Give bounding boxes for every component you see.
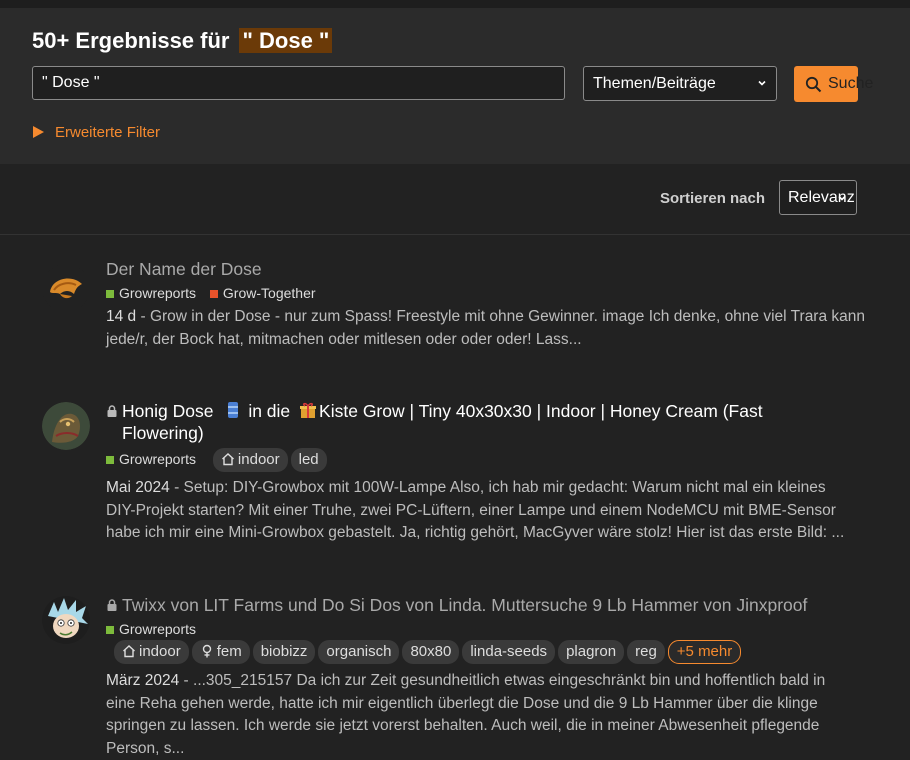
tag-label: biobizz xyxy=(260,643,308,660)
category-name: Growreports xyxy=(119,450,197,467)
category-badge[interactable]: Growreports xyxy=(106,621,196,637)
gift-emoji-icon xyxy=(300,402,317,418)
tag-label: linda-seeds xyxy=(470,643,548,660)
chevron-down-icon xyxy=(758,80,766,86)
tag-label: reg xyxy=(635,643,657,660)
tag-label: indoor xyxy=(139,643,181,660)
category-badge[interactable]: Growreports xyxy=(106,285,196,301)
result-date[interactable]: Mai 2024 xyxy=(106,479,170,496)
tag-linda-seeds[interactable]: linda-seeds xyxy=(462,640,556,664)
result-title-link[interactable]: Honig Dose in die Kiste Grow | Tiny 40x3… xyxy=(106,400,826,444)
result-categories: Growreports Grow-Together xyxy=(106,283,316,303)
tag-indoor[interactable]: indoor xyxy=(212,448,288,472)
tag-label: 80x80 xyxy=(410,643,452,660)
category-badge[interactable]: Grow-Together xyxy=(209,285,316,301)
rick-avatar-icon[interactable] xyxy=(42,596,90,644)
result-excerpt: Mai 2024 - Setup: DIY-Growbox mit 100W-L… xyxy=(106,479,845,541)
lock-icon xyxy=(107,405,117,417)
tag-label: plagron xyxy=(566,643,617,660)
tag-reg[interactable]: reg xyxy=(627,640,665,664)
title-text: Honig Dose xyxy=(122,401,214,421)
more-tags-button[interactable]: +5 mehr xyxy=(667,640,742,664)
category-name: Growreports xyxy=(119,285,197,301)
category-color-icon xyxy=(209,290,218,298)
result-excerpt-text: Person, s... xyxy=(106,739,185,757)
tag-biobizz[interactable]: biobizz xyxy=(252,640,316,664)
title-text: Kiste Grow | Tiny 40x30x30 | Indoor | Ho… xyxy=(319,401,763,421)
search-term-highlight: " Dose " xyxy=(239,28,333,53)
home-icon xyxy=(123,645,135,658)
tag-led[interactable]: led xyxy=(290,448,327,472)
results-count-text: 50+ Ergebnisse für xyxy=(32,28,230,53)
top-strip xyxy=(0,0,910,8)
sort-select[interactable]: Relevanz xyxy=(779,180,857,215)
tag-label: led xyxy=(298,451,319,468)
result-categories: Growreports indoor led xyxy=(106,448,330,472)
title-text: Twixx von LIT Farms und Do Si Dos von Li… xyxy=(122,595,808,615)
search-type-select[interactable]: Themen/Beiträge xyxy=(583,66,777,101)
search-type-value: Themen/Beiträge xyxy=(593,75,716,92)
search-button[interactable]: Suche xyxy=(794,66,873,102)
can-emoji-icon xyxy=(228,402,239,418)
tag-indoor[interactable]: indoor xyxy=(114,640,189,664)
category-name: Grow-Together xyxy=(222,285,316,301)
croissant-avatar-icon[interactable] xyxy=(42,264,90,312)
search-button-label: Suche xyxy=(828,75,874,92)
category-color-icon xyxy=(106,455,114,464)
tag-fem[interactable]: fem xyxy=(191,640,250,664)
advanced-filter-toggle[interactable]: Erweiterte Filter xyxy=(33,124,160,142)
caret-right-icon xyxy=(33,126,44,138)
dragon-avatar-icon[interactable] xyxy=(42,402,90,450)
tag-80x80[interactable]: 80x80 xyxy=(402,640,460,664)
result-title-link[interactable]: Twixx von LIT Farms und Do Si Dos von Li… xyxy=(106,594,807,616)
result-categories: Growreports xyxy=(106,619,196,639)
category-name: Growreports xyxy=(119,621,197,637)
result-date[interactable]: März 2024 xyxy=(106,672,179,689)
sort-label: Sortieren nach xyxy=(660,190,766,207)
advanced-filter-label: Erweiterte Filter xyxy=(55,124,161,141)
tag-plagron[interactable]: plagron xyxy=(558,640,625,664)
result-date[interactable]: 14 d xyxy=(106,308,136,325)
results-heading: 50+ Ergebnisse für " Dose " xyxy=(32,28,333,54)
tag-label: indoor xyxy=(237,451,280,468)
result-excerpt: März 2024 - ...305_215157 Da ich zur Zei… xyxy=(106,672,826,757)
female-symbol-icon xyxy=(202,644,211,658)
result-excerpt-text: habe ich mir eine Mini-Growbox gebastelt… xyxy=(106,524,845,541)
result-excerpt-text: springen zu lassen. Ich werde sie jetzt … xyxy=(106,717,820,734)
result-excerpt-text: Setup: DIY-Growbox mit 100W-Lampe Also, … xyxy=(183,479,826,496)
home-icon xyxy=(221,453,234,466)
result-title-link[interactable]: Der Name der Dose xyxy=(106,258,262,280)
title-text: in die xyxy=(248,401,291,421)
search-icon xyxy=(805,76,822,93)
result-excerpt: 14 d - Grow in der Dose - nur zum Spass!… xyxy=(106,308,866,348)
tag-label: fem xyxy=(216,643,242,660)
category-badge[interactable]: Growreports xyxy=(106,451,196,467)
lock-icon xyxy=(107,599,117,611)
category-color-icon xyxy=(106,290,114,298)
tag-label: organisch xyxy=(326,643,392,660)
result-excerpt-text: eine Reha gehen werde, hatte ich mir eig… xyxy=(106,694,818,712)
sort-bar: Sortieren nach Relevanz xyxy=(0,164,910,235)
chevron-down-icon xyxy=(838,195,846,201)
search-panel: 50+ Ergebnisse für " Dose " Themen/Beiträ… xyxy=(0,8,910,164)
result-excerpt-text: DIY-Projekt starten? Mit einer Truhe, zw… xyxy=(106,501,836,519)
result-excerpt-text: ...305_215157 Da ich zur Zeit gesundheit… xyxy=(193,672,826,689)
tag-organisch[interactable]: organisch xyxy=(318,640,400,664)
title-text: Flowering) xyxy=(122,423,204,443)
result-excerpt-text: Grow in der Dose - nur zum Spass! Freest… xyxy=(106,308,866,348)
result-tags: indoor fem biobizz organisch 80x80 linda-seed… xyxy=(114,640,744,664)
search-input[interactable] xyxy=(32,66,565,100)
category-color-icon xyxy=(106,626,114,634)
